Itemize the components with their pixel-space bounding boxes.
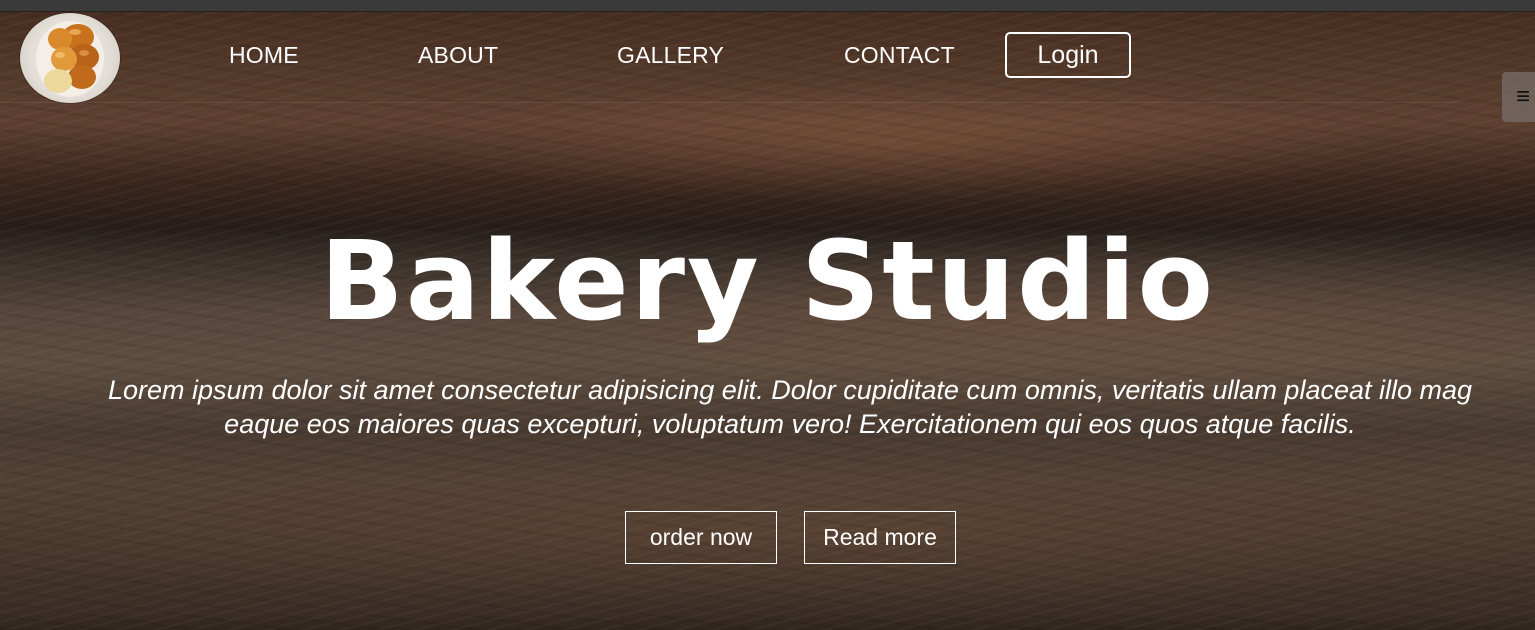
login-button[interactable]: Login	[1005, 32, 1131, 78]
nav-contact-link[interactable]: CONTACT	[844, 42, 955, 69]
hero-section: HOME ABOUT GALLERY CONTACT Login ≡ Baker…	[0, 12, 1535, 630]
nav-gallery-link[interactable]: GALLERY	[617, 42, 724, 69]
hero-description: Lorem ipsum dolor sit amet consectetur a…	[0, 373, 1535, 441]
hamburger-menu-icon: ≡	[1516, 83, 1531, 110]
hero-description-line-1: Lorem ipsum dolor sit amet consectetur a…	[107, 375, 1473, 405]
browser-top-strip	[0, 0, 1535, 12]
hero-title: Bakery Studio	[319, 217, 1216, 345]
bakery-logo[interactable]	[20, 13, 120, 103]
menu-toggle-button[interactable]: ≡	[1502, 72, 1535, 122]
top-navigation: HOME ABOUT GALLERY CONTACT Login	[0, 12, 1460, 103]
hero-description-line-2: eaque eos maiores quas excepturi, volupt…	[224, 409, 1356, 439]
nav-about-link[interactable]: ABOUT	[418, 42, 498, 69]
nav-home-link[interactable]: HOME	[229, 42, 299, 69]
read-more-button[interactable]: Read more	[804, 511, 956, 564]
bread-buns-icon	[36, 21, 104, 97]
order-now-button[interactable]: order now	[625, 511, 777, 564]
